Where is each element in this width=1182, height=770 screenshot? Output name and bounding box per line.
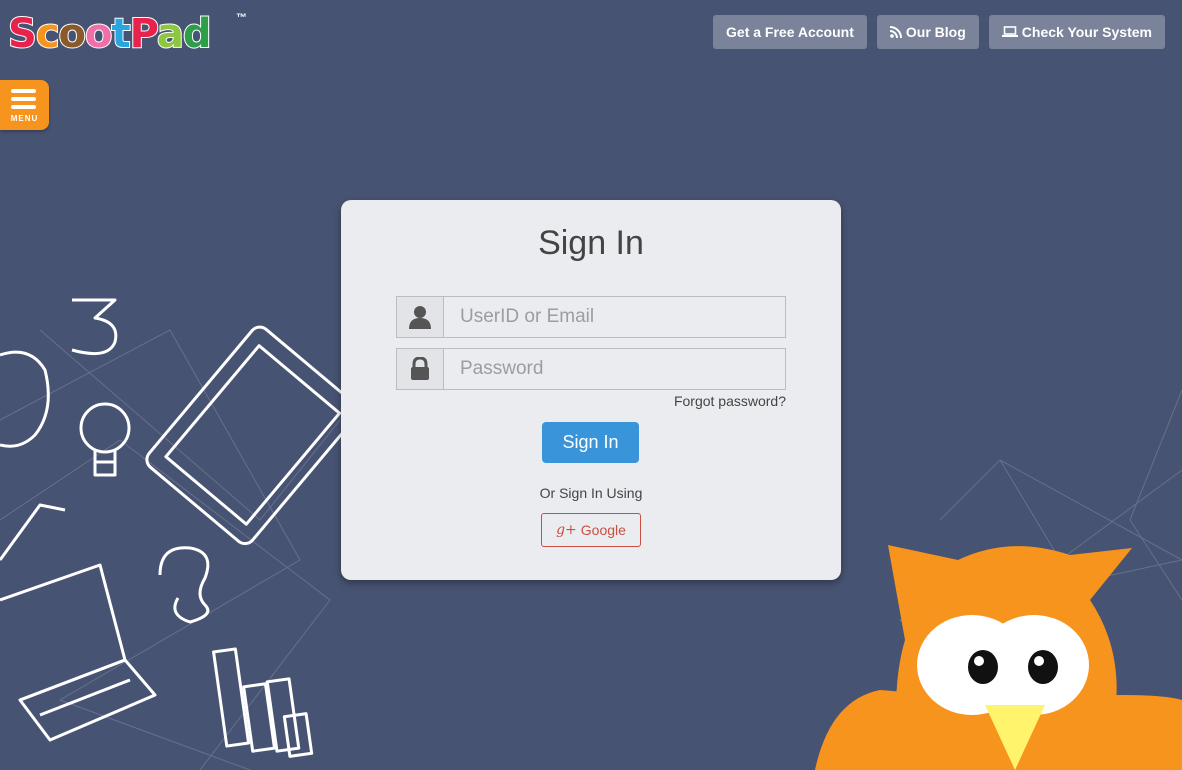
logo-letter: d [182,10,213,58]
rss-icon [889,26,902,38]
free-account-button[interactable]: Get a Free Account [713,15,867,49]
hamburger-icon [11,89,36,113]
or-signin-text: Or Sign In Using [539,485,643,501]
logo-letter: P [129,10,159,58]
signin-card: Sign In Forgot password? Sign In Or Sign… [341,200,841,580]
menu-label: MENU [10,114,39,123]
owl-mascot [815,545,1182,770]
userid-field [396,296,786,338]
google-plus-icon: g+ [556,522,577,538]
logo-letter: o [58,10,88,58]
google-signin-button[interactable]: g+ Google [541,513,641,547]
user-icon [397,297,444,337]
logo-letter: t [110,10,131,58]
scootpad-logo[interactable]: ScootPad [7,10,213,58]
check-system-button[interactable]: Check Your System [988,15,1165,49]
signin-button[interactable]: Sign In [542,422,639,463]
logo-letter: o [84,10,114,58]
lock-icon [397,349,444,389]
forgot-password-link[interactable]: Forgot password? [674,393,786,409]
blog-button[interactable]: Our Blog [876,15,979,49]
check-system-label: Check Your System [1021,24,1152,40]
blog-label: Our Blog [905,24,966,40]
menu-button[interactable]: MENU [0,80,49,130]
password-input[interactable] [444,349,785,389]
trademark-symbol: ™ [236,12,247,24]
logo-letter: a [156,10,185,58]
google-label: Google [580,522,626,538]
laptop-icon [1001,26,1018,37]
free-account-label: Get a Free Account [726,24,854,40]
password-field [396,348,786,390]
logo-letter: c [35,10,61,58]
signin-title: Sign In [538,224,644,262]
userid-input[interactable] [444,297,785,337]
logo-letter: S [7,10,38,58]
top-nav: Get a Free Account Our Blog Check Your S… [713,15,1165,49]
